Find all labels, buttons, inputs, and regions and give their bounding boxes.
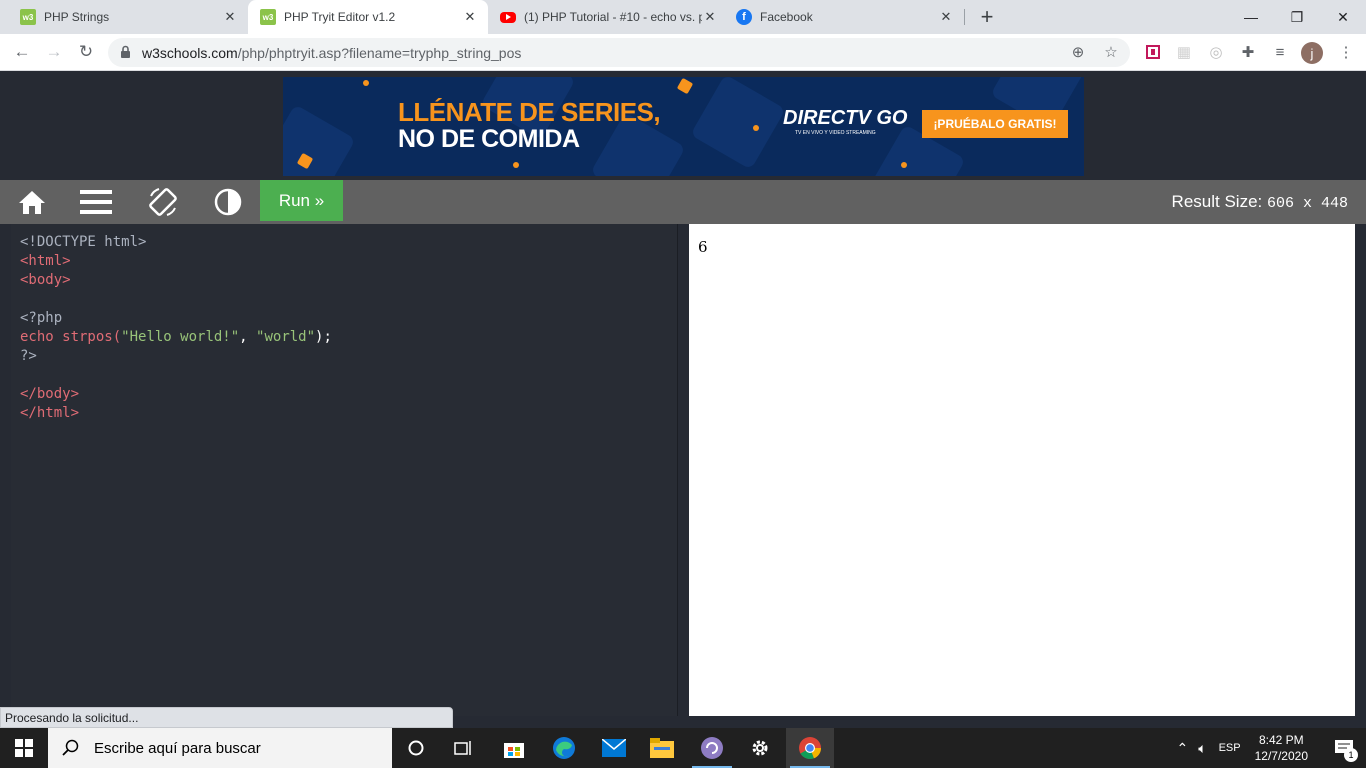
reload-button[interactable]: ↻ (72, 38, 100, 66)
code-line: </body> (20, 386, 80, 402)
url-path: /php/phptryit.asp?filename=tryphp_string… (237, 45, 522, 61)
task-view-icon[interactable] (440, 728, 488, 768)
clock[interactable]: 8:42 PM 12/7/2020 (1255, 732, 1308, 764)
ad-headline-2: NO DE COMIDA (398, 125, 580, 153)
youtube-favicon-icon (500, 11, 516, 23)
tab-title: Facebook (760, 10, 813, 24)
start-button[interactable] (0, 728, 48, 768)
edge-browser-icon[interactable] (540, 728, 588, 768)
code-token: , (239, 329, 257, 345)
zoom-icon[interactable]: ⊕ (1068, 42, 1088, 62)
maximize-button[interactable]: ❐ (1274, 0, 1320, 34)
clock-date: 12/7/2020 (1254, 749, 1308, 763)
file-explorer-icon[interactable] (638, 728, 686, 768)
back-button[interactable]: ← (8, 38, 36, 66)
tab-separator (964, 9, 965, 25)
app-swirl-icon[interactable] (688, 728, 736, 768)
settings-gear-icon[interactable] (736, 728, 784, 768)
code-line: <!DOCTYPE html> (20, 234, 147, 250)
editor-toolbar: Run » Result Size: 606 x 448 (0, 180, 1366, 224)
ad-cta-button[interactable]: ¡PRUÉBALO GRATIS! (922, 110, 1068, 138)
code-line: <html> (20, 253, 71, 269)
menu-hamburger-icon[interactable] (80, 186, 112, 218)
tab-title: PHP Tryit Editor v1.2 (284, 10, 396, 24)
w3schools-favicon-icon: w3 (260, 9, 276, 25)
code-token: echo strpos( (20, 329, 122, 345)
address-bar[interactable]: w3schools.com/php/phptryit.asp?filename=… (108, 38, 1130, 67)
result-frame[interactable]: 6 (689, 224, 1355, 716)
directv-ad-banner[interactable]: LLÉNATE DE SERIES, NO DE COMIDA DIRECTV … (283, 77, 1084, 176)
language-indicator[interactable]: ESP (1219, 742, 1241, 754)
facebook-favicon-icon: f (736, 9, 752, 25)
code-line: ?> (20, 348, 37, 364)
ad-headline-1: LLÉNATE DE SERIES, (398, 97, 661, 127)
windows-taskbar: Escribe aquí para buscar ⌃ 🔈︎ ESP 8:42 P… (0, 728, 1366, 768)
run-button[interactable]: Run » (260, 180, 343, 221)
code-line: </html> (20, 405, 80, 421)
tab-php-tryit-editor[interactable]: w3 PHP Tryit Editor v1.2 ✕ (248, 0, 488, 34)
result-size-indicator: Result Size: 606 x 448 (1172, 192, 1348, 212)
ad-brand-subtitle: TV EN VIVO Y VIDEO STREAMING (795, 130, 876, 136)
notification-badge: 1 (1344, 748, 1358, 762)
tab-strip: w3 PHP Strings ✕ w3 PHP Tryit Editor v1.… (0, 0, 1366, 34)
chrome-browser-icon[interactable] (786, 728, 834, 768)
new-tab-button[interactable]: + (975, 4, 999, 30)
contrast-theme-icon[interactable] (212, 186, 244, 218)
code-string: "Hello world!" (121, 329, 240, 345)
code-string: "world" (256, 329, 316, 345)
w3schools-favicon-icon: w3 (20, 9, 36, 25)
extensions-puzzle-icon[interactable]: ✚ (1238, 42, 1258, 62)
browser-toolbar: ← → ↻ w3schools.com/php/phptryit.asp?fil… (0, 34, 1366, 71)
system-tray: ⌃ 🔈︎ ESP 8:42 PM 12/7/2020 1 (1176, 728, 1366, 768)
extension-shield-icon[interactable] (1143, 42, 1163, 62)
url-host: w3schools.com (142, 45, 238, 61)
menu-kebab-icon[interactable]: ⋮ (1336, 42, 1356, 62)
forward-button[interactable]: → (40, 38, 68, 66)
page-content: LLÉNATE DE SERIES, NO DE COMIDA DIRECTV … (0, 71, 1366, 728)
notifications-icon[interactable]: 1 (1322, 728, 1366, 768)
extension-circle-icon[interactable]: ◎ (1206, 42, 1226, 62)
status-bubble: Procesando la solicitud... (0, 707, 453, 728)
microsoft-store-icon[interactable] (490, 728, 538, 768)
profile-avatar[interactable]: j (1301, 42, 1323, 64)
code-line: <body> (20, 272, 71, 288)
search-icon (62, 739, 79, 756)
cortana-icon[interactable] (392, 728, 440, 768)
result-size-value: 606 x 448 (1266, 195, 1348, 212)
rotate-orientation-icon[interactable] (147, 186, 179, 218)
home-icon[interactable] (16, 186, 48, 218)
close-window-button[interactable]: ✕ (1320, 0, 1366, 34)
windows-logo-icon (15, 739, 33, 757)
close-tab-icon[interactable]: ✕ (938, 9, 954, 25)
lock-icon (120, 45, 131, 64)
tab-php-strings[interactable]: w3 PHP Strings ✕ (0, 0, 248, 34)
bookmark-star-icon[interactable]: ☆ (1101, 42, 1121, 62)
code-editor[interactable]: <!DOCTYPE html> <html> <body> <?php echo… (11, 224, 678, 716)
extension-grid-icon[interactable]: ▦ (1174, 42, 1194, 62)
media-queue-icon[interactable]: ≡ (1270, 42, 1290, 62)
code-token: ); (315, 329, 332, 345)
code-line: <?php (20, 310, 63, 326)
volume-icon[interactable]: 🔈︎ (1198, 740, 1206, 757)
close-tab-icon[interactable]: ✕ (222, 9, 238, 25)
taskbar-search-box[interactable]: Escribe aquí para buscar (48, 728, 392, 768)
mail-icon[interactable] (590, 728, 638, 768)
minimize-button[interactable]: — (1228, 0, 1274, 34)
url-text: w3schools.com/php/phptryit.asp?filename=… (142, 45, 521, 61)
result-output: 6 (698, 238, 708, 256)
ad-band: LLÉNATE DE SERIES, NO DE COMIDA DIRECTV … (0, 71, 1366, 180)
close-tab-icon[interactable]: ✕ (462, 9, 478, 25)
result-size-label: Result Size: (1171, 192, 1263, 211)
tab-title: (1) PHP Tutorial - #10 - echo vs. p (524, 10, 702, 24)
code-text[interactable]: <!DOCTYPE html> <html> <body> <?php echo… (20, 233, 332, 423)
ad-brand-logo: DIRECTV GO (783, 107, 908, 129)
close-tab-icon[interactable]: ✕ (702, 9, 718, 25)
tab-php-tutorial-youtube[interactable]: (1) PHP Tutorial - #10 - echo vs. p ✕ (488, 0, 728, 34)
search-placeholder: Escribe aquí para buscar (94, 739, 261, 757)
clock-time: 8:42 PM (1258, 733, 1304, 747)
chevron-up-icon[interactable]: ⌃ (1176, 740, 1188, 757)
tab-title: PHP Strings (44, 10, 110, 24)
tab-facebook[interactable]: f Facebook ✕ (728, 0, 964, 34)
